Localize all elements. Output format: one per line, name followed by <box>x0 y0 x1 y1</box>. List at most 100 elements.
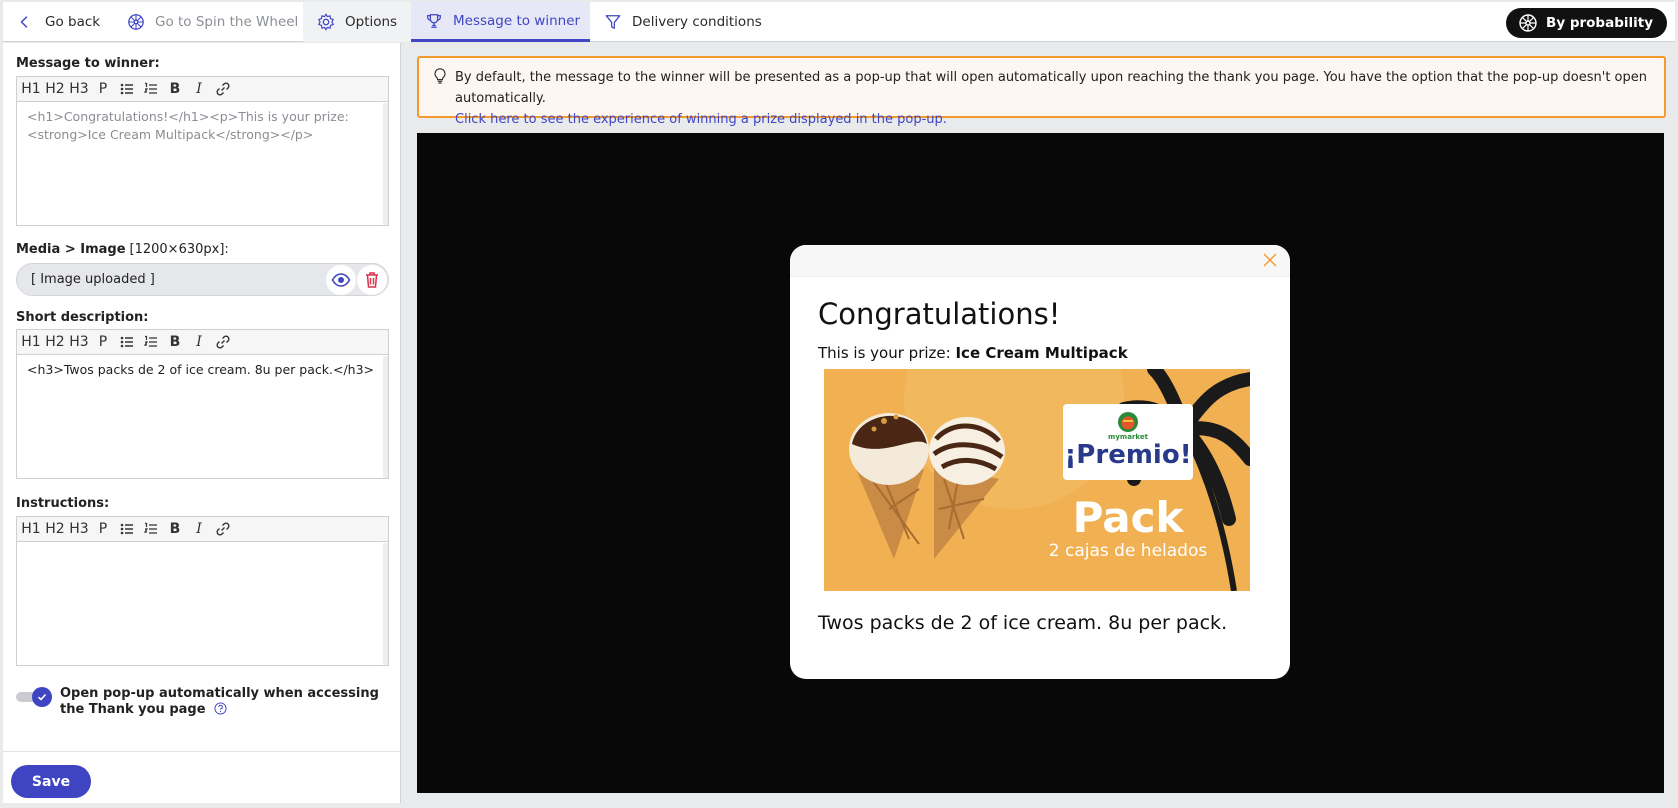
winner-popup: Congratulations! This is your prize: Ice… <box>790 245 1290 679</box>
lightbulb-icon <box>434 68 446 84</box>
media-image-label: Media > Image [1200×630px]: <box>16 242 229 257</box>
message-to-winner-input[interactable]: <h1>Congratulations!</h1><p>This is your… <box>17 102 388 150</box>
h1-button[interactable]: H1 <box>21 78 41 100</box>
editor-scrollbar[interactable] <box>383 103 388 225</box>
editor-scrollbar[interactable] <box>383 356 388 478</box>
instructions-editor: H1 H2 H3 P B I <box>16 516 389 666</box>
auto-open-popup-row: Open pop-up automatically when accessing… <box>16 686 386 718</box>
promo-card: mymarket ¡Premio! <box>1063 404 1193 480</box>
numbered-list-button[interactable] <box>141 78 161 100</box>
tab-label: Delivery conditions <box>632 14 762 30</box>
tab-label: Go to Spin the Wheel <box>155 14 299 30</box>
numbered-list-icon <box>143 82 157 94</box>
check-icon <box>37 693 47 701</box>
h2-button[interactable]: H2 <box>45 518 65 540</box>
banner-subtitle: 2 cajas de helados <box>1048 541 1208 561</box>
double-chevron-left-icon <box>20 16 28 28</box>
short-description-input[interactable]: <h3>Twos packs de 2 of ice cream. 8u per… <box>17 355 388 385</box>
close-icon[interactable] <box>1262 252 1278 268</box>
bold-button[interactable]: B <box>165 331 185 353</box>
bullet-list-button[interactable] <box>117 331 137 353</box>
editor-scrollbar[interactable] <box>383 543 388 665</box>
editor-toolbar: H1 H2 H3 P B I <box>17 517 388 542</box>
eye-icon <box>331 273 351 287</box>
media-image-label-text: Media > Image <box>16 242 126 257</box>
by-probability-button[interactable]: By probability <box>1506 8 1667 38</box>
h3-button[interactable]: H3 <box>69 78 89 100</box>
prize-name: Ice Cream Multipack <box>955 344 1128 362</box>
go-back-tab[interactable]: Go back <box>3 2 113 42</box>
italic-button[interactable]: I <box>189 518 209 540</box>
popup-prize-line: This is your prize: Ice Cream Multipack <box>818 344 1128 362</box>
short-description-label: Short description: <box>16 310 149 325</box>
bullet-list-icon <box>120 83 133 95</box>
go-to-spin-the-wheel-tab[interactable]: Go to Spin the Wheel <box>113 2 303 42</box>
trophy-icon <box>427 13 441 28</box>
save-divider <box>3 751 400 752</box>
popup-title: Congratulations! <box>818 297 1061 331</box>
short-description-editor: H1 H2 H3 P B I <h3>Twos packs de 2 of ic… <box>16 329 389 479</box>
bold-button[interactable]: B <box>165 78 185 100</box>
wheel-icon <box>1519 14 1537 32</box>
info-notice: By default, the message to the winner wi… <box>417 56 1666 127</box>
h3-button[interactable]: H3 <box>69 331 89 353</box>
preview-popup-link[interactable]: Click here to see the experience of winn… <box>455 109 1654 130</box>
editor-toolbar: H1 H2 H3 P B I <box>17 330 388 355</box>
mymarket-logo-icon <box>1118 412 1138 432</box>
h2-button[interactable]: H2 <box>45 78 65 100</box>
delivery-conditions-tab[interactable]: Delivery conditions <box>590 2 762 42</box>
bullet-list-icon <box>120 336 133 348</box>
link-icon <box>216 522 230 536</box>
preview-image-button[interactable] <box>326 265 356 295</box>
instructions-label: Instructions: <box>16 496 110 511</box>
popup-header <box>790 245 1290 277</box>
paragraph-button[interactable]: P <box>93 78 113 100</box>
tab-label: Options <box>345 14 398 30</box>
bullet-list-button[interactable] <box>117 518 137 540</box>
help-icon[interactable] <box>214 702 227 715</box>
auto-open-popup-label: Open pop-up automatically when accessing… <box>60 686 386 718</box>
numbered-list-button[interactable] <box>141 331 161 353</box>
popup-preview-stage: Congratulations! This is your prize: Ice… <box>417 133 1664 793</box>
link-button[interactable] <box>213 331 233 353</box>
by-probability-label: By probability <box>1546 15 1653 31</box>
link-button[interactable] <box>213 78 233 100</box>
h3-button[interactable]: H3 <box>69 518 89 540</box>
tab-label: Go back <box>45 14 101 30</box>
h1-button[interactable]: H1 <box>21 518 41 540</box>
top-navigation-bar: Go back Go to Spin the Wheel Options Mes… <box>3 2 1675 42</box>
popup-description: Twos packs de 2 of ice cream. 8u per pac… <box>818 612 1228 634</box>
message-to-winner-tab[interactable]: Message to winner <box>411 2 590 42</box>
media-image-field[interactable]: [ Image uploaded ] <box>16 263 389 296</box>
info-text: By default, the message to the winner wi… <box>455 70 1648 106</box>
prize-prefix: This is your prize: <box>818 344 951 362</box>
h2-button[interactable]: H2 <box>45 331 65 353</box>
link-icon <box>216 82 230 96</box>
options-tab[interactable]: Options <box>303 2 411 42</box>
instructions-input[interactable] <box>17 542 388 554</box>
trash-icon <box>366 272 378 288</box>
message-to-winner-label: Message to winner: <box>16 56 160 71</box>
tab-label: Message to winner <box>453 12 581 29</box>
message-to-winner-editor: H1 H2 H3 P B I <h1>Congratulations!</h1>… <box>16 76 389 226</box>
numbered-list-icon <box>143 522 157 534</box>
italic-button[interactable]: I <box>189 331 209 353</box>
numbered-list-icon <box>143 335 157 347</box>
auto-open-popup-toggle[interactable] <box>16 687 54 707</box>
italic-button[interactable]: I <box>189 78 209 100</box>
bold-button[interactable]: B <box>165 518 185 540</box>
numbered-list-button[interactable] <box>141 518 161 540</box>
media-image-size: [1200×630px]: <box>129 242 229 257</box>
paragraph-button[interactable]: P <box>93 518 113 540</box>
link-button[interactable] <box>213 518 233 540</box>
bullet-list-button[interactable] <box>117 78 137 100</box>
gear-icon <box>317 13 335 31</box>
h1-button[interactable]: H1 <box>21 331 41 353</box>
left-settings-panel: Message to winner: H1 H2 H3 P B I <h1>Co… <box>3 43 401 803</box>
paragraph-button[interactable]: P <box>93 331 113 353</box>
banner-pack-text: Pack <box>1072 493 1184 542</box>
save-button[interactable]: Save <box>11 765 91 798</box>
prize-banner-image: mymarket ¡Premio! Pack 2 cajas de helado… <box>824 369 1250 591</box>
bullet-list-icon <box>120 523 133 535</box>
delete-image-button[interactable] <box>357 265 387 295</box>
